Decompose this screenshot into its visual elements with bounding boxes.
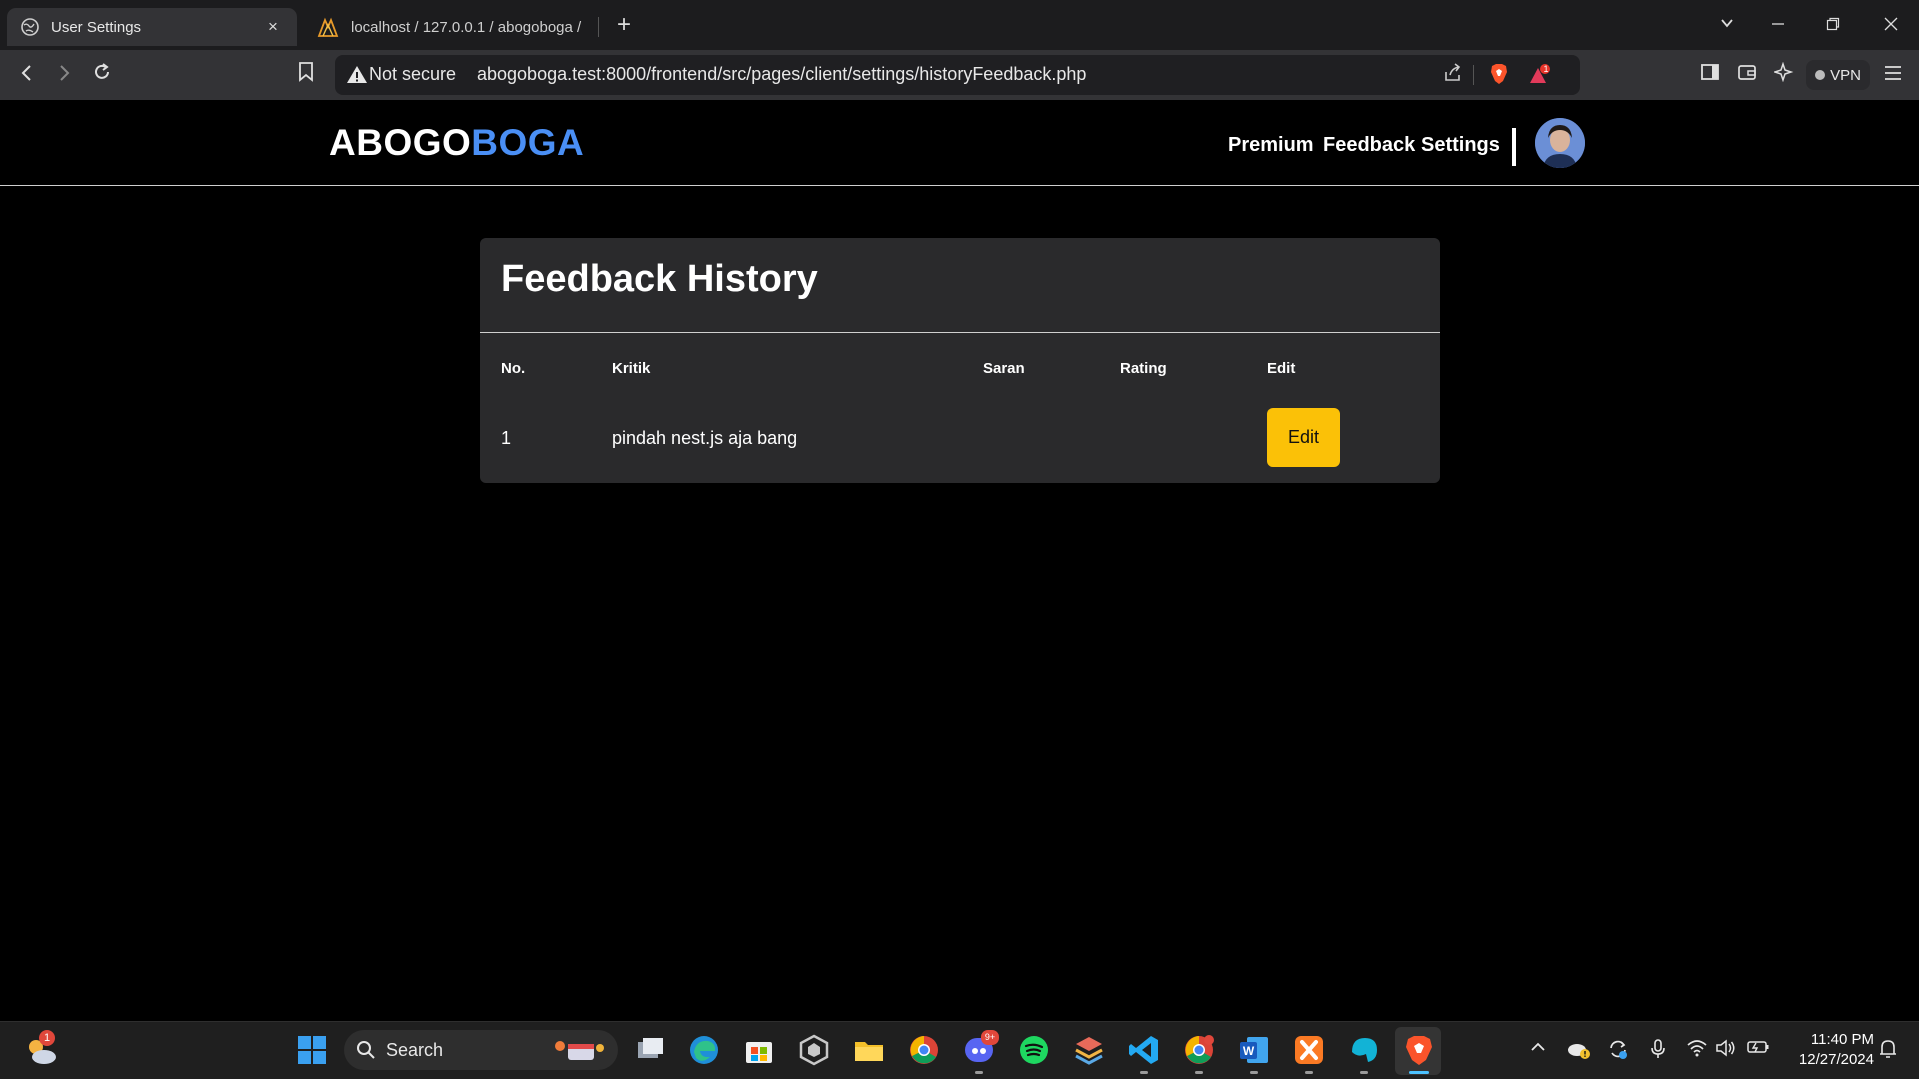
brave-icon[interactable] — [1403, 1034, 1435, 1066]
cell-no: 1 — [501, 428, 512, 448]
address-bar[interactable]: Not secure abogoboga.test:8000/frontend/… — [335, 55, 1580, 95]
vpn-label: VPN — [1830, 66, 1861, 84]
running-indicator — [1305, 1071, 1313, 1074]
mysql-workbench-icon[interactable] — [1348, 1034, 1380, 1066]
tab-user-settings[interactable]: User Settings × — [7, 8, 297, 46]
vscode-icon[interactable] — [1128, 1034, 1160, 1066]
close-tab-icon[interactable]: × — [263, 17, 283, 37]
url-text[interactable]: abogoboga.test:8000/frontend/src/pages/c… — [477, 64, 1086, 85]
phpmyadmin-icon — [317, 17, 339, 37]
nav-settings[interactable]: Settings — [1421, 134, 1500, 157]
site-header — [0, 100, 1919, 186]
edit-button[interactable]: Edit — [1267, 408, 1340, 467]
show-hidden-icons-chevron-icon[interactable] — [1526, 1038, 1550, 1062]
edge-icon[interactable] — [688, 1034, 720, 1066]
column-header-kritik: Kritik — [612, 360, 651, 377]
warning-icon — [347, 66, 367, 83]
weather-icon[interactable]: 1 — [24, 1030, 56, 1065]
running-indicator — [1195, 1071, 1203, 1074]
running-indicator — [1360, 1071, 1368, 1074]
column-header-edit: Edit — [1267, 360, 1296, 377]
taskbar-search[interactable]: Search — [344, 1030, 618, 1070]
logo-part-2: BOGA — [471, 122, 585, 163]
nav-divider — [1512, 128, 1516, 166]
close-window-icon[interactable] — [1871, 10, 1911, 40]
globe-icon — [21, 18, 39, 36]
avatar[interactable] — [1535, 118, 1585, 168]
tab-title: localhost / 127.0.0.1 / abogoboga / — [351, 18, 582, 36]
tab-title: User Settings — [51, 18, 142, 36]
search-icon — [357, 1041, 375, 1059]
running-indicator — [1140, 1071, 1148, 1074]
discord-badge: 9+ — [981, 1030, 999, 1045]
cell-kritik: pindah nest.js aja bang — [612, 428, 798, 448]
menu-icon[interactable] — [1877, 60, 1909, 90]
clock-date: 12/27/2024 — [1798, 1051, 1874, 1068]
wallet-icon[interactable] — [1731, 60, 1763, 90]
battery-icon[interactable] — [1746, 1038, 1770, 1062]
volume-icon[interactable] — [1714, 1038, 1738, 1062]
wifi-icon[interactable] — [1685, 1038, 1709, 1062]
task-view-icon[interactable] — [634, 1034, 666, 1066]
running-indicator — [1250, 1071, 1258, 1074]
search-placeholder: Search — [386, 1039, 444, 1060]
tab-divider — [598, 17, 599, 37]
page-title: Feedback History — [501, 258, 818, 300]
active-indicator — [1409, 1071, 1429, 1074]
column-header-no: No. — [501, 360, 526, 377]
column-header-rating: Rating — [1120, 360, 1167, 377]
xampp-icon[interactable] — [1293, 1034, 1325, 1066]
security-label[interactable]: Not secure — [369, 64, 456, 85]
restore-icon[interactable] — [1813, 10, 1853, 40]
search-highlight-icon — [555, 1041, 604, 1060]
new-tab-button[interactable]: + — [610, 10, 638, 40]
clock-time: 11:40 PM — [1810, 1031, 1874, 1048]
bookmark-icon[interactable] — [290, 60, 322, 90]
leo-ai-icon[interactable] — [1768, 60, 1800, 90]
taskbar — [0, 1021, 1919, 1079]
brave-shields-icon[interactable] — [1486, 63, 1512, 87]
sidebar-icon[interactable] — [1694, 60, 1726, 90]
microsoft-store-icon[interactable] — [743, 1034, 775, 1066]
windows-start-icon[interactable] — [296, 1034, 328, 1066]
unity-icon[interactable] — [798, 1034, 830, 1066]
discord-icon[interactable]: 9+ — [963, 1030, 999, 1066]
spotify-icon[interactable] — [1018, 1034, 1050, 1066]
column-header-saran: Saran — [983, 360, 1025, 377]
reload-icon[interactable] — [86, 60, 118, 90]
rewards-badge: 1 — [1543, 64, 1549, 74]
notifications-icon[interactable] — [1876, 1038, 1900, 1062]
site-logo[interactable]: ABOGOBOGA — [329, 122, 584, 164]
chrome-icon[interactable] — [908, 1034, 940, 1066]
title-divider — [480, 332, 1440, 333]
chrome-profile-icon[interactable] — [1183, 1034, 1215, 1066]
vpn-button[interactable]: VPN — [1806, 60, 1870, 90]
feedback-history-card: Feedback History No. Kritik Saran Rating… — [480, 238, 1440, 483]
forward-icon[interactable] — [48, 60, 80, 90]
tab-search-chevron-icon[interactable] — [1707, 10, 1747, 40]
share-icon[interactable] — [1440, 63, 1466, 87]
weather-badge: 1 — [39, 1030, 55, 1046]
browser-tab-strip: User Settings × localhost / 127.0.0.1 / … — [0, 0, 1919, 50]
app-stack-icon[interactable] — [1073, 1034, 1105, 1066]
running-indicator — [975, 1071, 983, 1074]
tab-phpmyadmin[interactable]: localhost / 127.0.0.1 / abogoboga / — [305, 8, 605, 46]
vpn-status-icon — [1815, 70, 1826, 80]
nav-feedback[interactable]: Feedback — [1323, 134, 1415, 157]
back-icon[interactable] — [11, 60, 43, 90]
svg-text:W: W — [1243, 1044, 1255, 1058]
minimize-icon[interactable] — [1758, 10, 1798, 40]
nav-premium[interactable]: Premium — [1228, 134, 1314, 157]
file-explorer-icon[interactable] — [853, 1034, 885, 1066]
logo-part-1: ABOGO — [329, 122, 472, 163]
word-icon[interactable]: W — [1238, 1034, 1270, 1066]
sync-icon[interactable] — [1606, 1038, 1630, 1062]
system-clock[interactable]: 11:40 PM 12/27/2024 — [1784, 1030, 1874, 1070]
microphone-icon[interactable] — [1646, 1038, 1670, 1062]
brave-rewards-icon[interactable]: 1 — [1527, 63, 1553, 87]
onedrive-warning-icon[interactable] — [1567, 1038, 1591, 1062]
omnibox-divider — [1473, 65, 1474, 85]
